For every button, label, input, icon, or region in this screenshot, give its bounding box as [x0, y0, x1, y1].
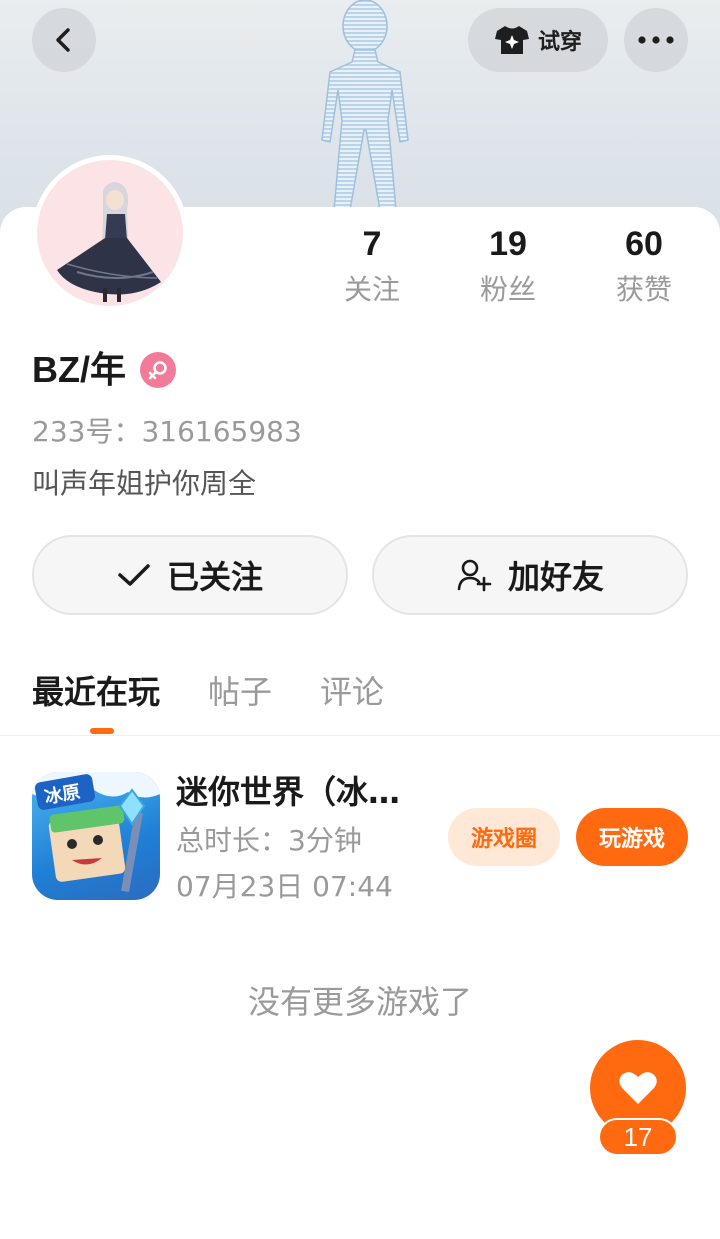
tshirt-sparkle-icon: [494, 26, 529, 54]
followed-button[interactable]: 已关注: [32, 535, 348, 615]
more-dots-icon: [638, 36, 674, 44]
chevron-left-icon: [56, 28, 70, 52]
followed-label: 已关注: [166, 558, 263, 596]
stat-followers[interactable]: 19 粉丝: [448, 225, 568, 307]
profile-tabs: 最近在玩 帖子 评论: [32, 670, 384, 714]
name-row: BZ/年: [32, 345, 176, 395]
tab-comments[interactable]: 评论: [320, 670, 384, 714]
active-tab-indicator: [90, 728, 114, 734]
heart-icon: [619, 1072, 657, 1104]
username: BZ/年: [32, 349, 126, 390]
following-label: 关注: [343, 273, 400, 306]
like-count-badge: 17: [598, 1118, 678, 1156]
try-on-label: 试穿: [537, 30, 582, 55]
avatar[interactable]: [32, 155, 188, 311]
tab-recently-played[interactable]: 最近在玩: [32, 670, 160, 714]
likes-received-count: 60: [625, 225, 663, 263]
tabs-divider: [0, 735, 720, 736]
followers-count: 19: [489, 225, 527, 263]
likes-received-label: 获赞: [615, 273, 672, 306]
back-button[interactable]: [32, 8, 96, 72]
add-user-icon: [457, 559, 492, 592]
game-circle-button[interactable]: 游戏圈: [448, 808, 560, 866]
game-duration: 总时长：3分钟: [176, 824, 362, 857]
game-list-item[interactable]: 冰原 迷你世界（冰原版） 总时长：3分钟 07月23日 07:44 游戏圈 玩游…: [32, 770, 688, 904]
add-friend-label: 加好友: [507, 558, 604, 596]
game-icon[interactable]: 冰原: [32, 772, 160, 900]
avatar-hologram-figure: [321, 0, 409, 211]
followers-label: 粉丝: [479, 273, 536, 306]
try-on-button[interactable]: 试穿: [468, 8, 608, 72]
avatar-image: [37, 160, 183, 306]
female-gender-icon: [140, 352, 176, 388]
stat-following[interactable]: 7 关注: [312, 225, 432, 307]
no-more-games-hint: 没有更多游戏了: [247, 983, 472, 1021]
user-id: 233号：316165983: [32, 415, 302, 448]
following-count: 7: [362, 225, 382, 263]
game-title: 迷你世界（冰原版）: [176, 773, 426, 811]
add-friend-button[interactable]: 加好友: [372, 535, 688, 615]
more-options-button[interactable]: [624, 8, 688, 72]
game-last-played: 07月23日 07:44: [176, 870, 393, 903]
stat-likes[interactable]: 60 获赞: [584, 225, 704, 307]
tab-posts[interactable]: 帖子: [208, 670, 272, 714]
user-bio: 叫声年姐护你周全: [32, 467, 257, 500]
check-icon: [118, 564, 150, 586]
play-game-button[interactable]: 玩游戏: [576, 808, 688, 866]
